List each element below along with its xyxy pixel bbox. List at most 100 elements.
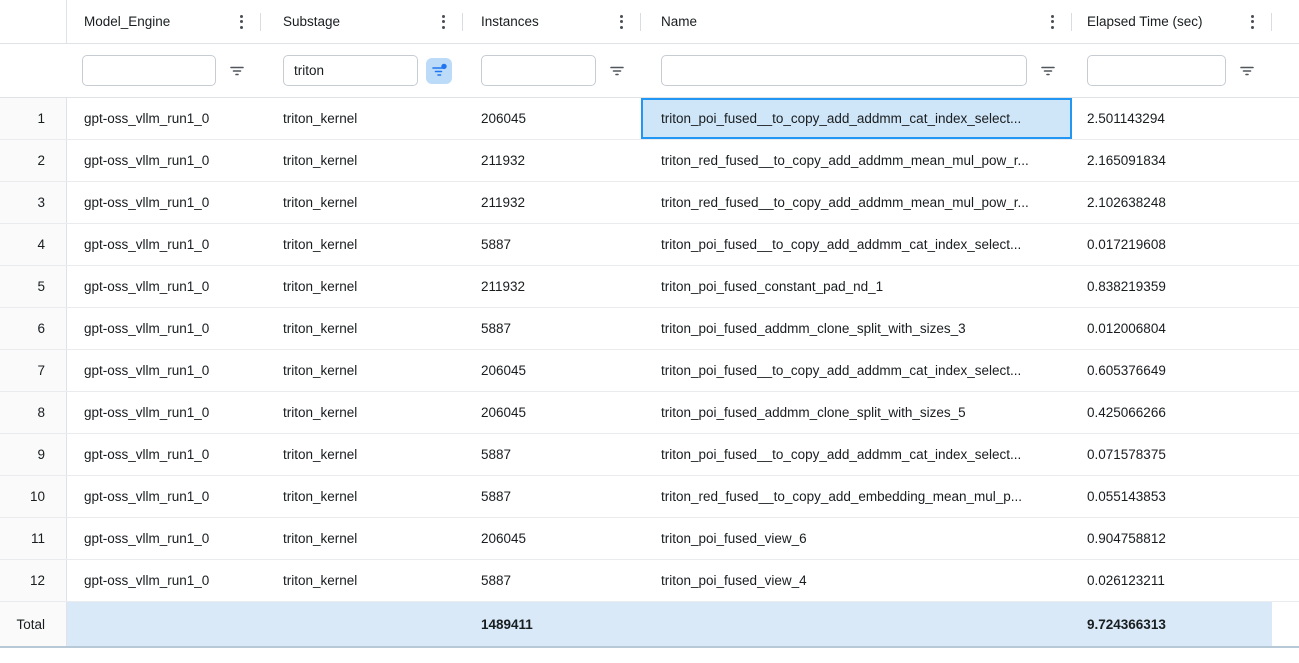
instances-filter-input[interactable] [481,55,596,86]
column-header-elapsed-time[interactable]: Elapsed Time (sec) [1072,0,1272,43]
name-filter-input[interactable] [661,55,1027,86]
cell-text: gpt-oss_vllm_run1_0 [84,111,209,126]
cell-model-engine[interactable]: gpt-oss_vllm_run1_0 [67,224,261,265]
cell-model-engine[interactable]: gpt-oss_vllm_run1_0 [67,308,261,349]
column-header-name[interactable]: Name [641,0,1072,43]
cell-instances[interactable]: 5887 [463,224,641,265]
cell-name[interactable]: triton_red_fused__to_copy_add_addmm_mean… [641,140,1072,181]
instances-filter-button[interactable] [604,58,630,84]
cell-name[interactable]: triton_poi_fused__to_copy_add_addmm_cat_… [641,350,1072,391]
cell-text: gpt-oss_vllm_run1_0 [84,279,209,294]
cell-model-engine[interactable]: gpt-oss_vllm_run1_0 [67,560,261,601]
cell-substage[interactable]: triton_kernel [261,98,463,139]
cell-instances[interactable]: 211932 [463,182,641,223]
cell-name[interactable]: triton_poi_fused__to_copy_add_addmm_cat_… [641,98,1072,139]
row-number: 8 [37,405,45,420]
cell-text: 0.838219359 [1087,279,1166,294]
cell-elapsed-time[interactable]: 2.102638248 [1072,182,1272,223]
cell-instances[interactable]: 206045 [463,350,641,391]
cell-substage[interactable]: triton_kernel [261,266,463,307]
column-header-substage[interactable]: Substage [261,0,463,43]
row-number-cell: 6 [0,308,67,349]
cell-name[interactable]: triton_poi_fused_addmm_clone_split_with_… [641,392,1072,433]
column-header-instances[interactable]: Instances [463,0,641,43]
cell-substage[interactable]: triton_kernel [261,560,463,601]
cell-elapsed-time[interactable]: 0.012006804 [1072,308,1272,349]
column-header-model-engine[interactable]: Model_Engine [67,0,261,43]
cell-text: triton_kernel [283,405,357,420]
cell-model-engine[interactable]: gpt-oss_vllm_run1_0 [67,518,261,559]
cell-name[interactable]: triton_red_fused__to_copy_add_addmm_mean… [641,182,1072,223]
cell-name[interactable]: triton_red_fused__to_copy_add_embedding_… [641,476,1072,517]
model-engine-filter-input[interactable] [82,55,216,86]
cell-instances[interactable]: 5887 [463,434,641,475]
cell-instances[interactable]: 211932 [463,140,641,181]
cell-substage[interactable]: triton_kernel [261,182,463,223]
cell-text: 0.904758812 [1087,531,1166,546]
cell-name[interactable]: triton_poi_fused_view_4 [641,560,1072,601]
table-row: 8 gpt-oss_vllm_run1_0 triton_kernel 2060… [0,392,1299,434]
cell-instances[interactable]: 206045 [463,392,641,433]
row-number: 5 [37,279,45,294]
cell-elapsed-time[interactable]: 0.838219359 [1072,266,1272,307]
cell-model-engine[interactable]: gpt-oss_vllm_run1_0 [67,182,261,223]
cell-instances[interactable]: 206045 [463,518,641,559]
cell-instances[interactable]: 5887 [463,560,641,601]
cell-text: 211932 [481,195,525,210]
cell-text: 2.102638248 [1087,195,1166,210]
cell-elapsed-time[interactable]: 0.425066266 [1072,392,1272,433]
cell-model-engine[interactable]: gpt-oss_vllm_run1_0 [67,434,261,475]
name-filter-button[interactable] [1035,58,1061,84]
cell-model-engine[interactable]: gpt-oss_vllm_run1_0 [67,266,261,307]
cell-instances[interactable]: 206045 [463,98,641,139]
column-menu-icon[interactable] [237,11,246,33]
cell-substage[interactable]: triton_kernel [261,434,463,475]
elapsed-time-filter-button[interactable] [1234,58,1260,84]
total-substage-cell [261,602,463,646]
cell-text: 211932 [481,279,525,294]
cell-model-engine[interactable]: gpt-oss_vllm_run1_0 [67,98,261,139]
cell-substage[interactable]: triton_kernel [261,224,463,265]
cell-model-engine[interactable]: gpt-oss_vllm_run1_0 [67,392,261,433]
column-menu-icon[interactable] [439,11,448,33]
cell-elapsed-time[interactable]: 0.904758812 [1072,518,1272,559]
cell-elapsed-time[interactable]: 0.017219608 [1072,224,1272,265]
cell-elapsed-time[interactable]: 0.055143853 [1072,476,1272,517]
cell-instances[interactable]: 5887 [463,308,641,349]
column-menu-icon[interactable] [1048,11,1057,33]
cell-text: 206045 [481,405,526,420]
cell-name[interactable]: triton_poi_fused__to_copy_add_addmm_cat_… [641,224,1072,265]
cell-text: triton_red_fused__to_copy_add_embedding_… [661,489,1022,504]
cell-substage[interactable]: triton_kernel [261,350,463,391]
column-menu-icon[interactable] [1248,11,1257,33]
cell-instances[interactable]: 5887 [463,476,641,517]
cell-substage[interactable]: triton_kernel [261,308,463,349]
cell-name[interactable]: triton_poi_fused_constant_pad_nd_1 [641,266,1072,307]
cell-substage[interactable]: triton_kernel [261,392,463,433]
substage-filter-button[interactable] [426,58,452,84]
cell-text: triton_poi_fused_view_4 [661,573,807,588]
total-name-cell [641,602,1072,646]
cell-instances[interactable]: 211932 [463,266,641,307]
substage-filter-input[interactable] [283,55,418,86]
cell-model-engine[interactable]: gpt-oss_vllm_run1_0 [67,476,261,517]
cell-elapsed-time[interactable]: 0.071578375 [1072,434,1272,475]
cell-name[interactable]: triton_poi_fused_view_6 [641,518,1072,559]
model-engine-filter-button[interactable] [224,58,250,84]
cell-elapsed-time[interactable]: 0.026123211 [1072,560,1272,601]
cell-model-engine[interactable]: gpt-oss_vllm_run1_0 [67,350,261,391]
cell-elapsed-time[interactable]: 2.165091834 [1072,140,1272,181]
cell-elapsed-time[interactable]: 2.501143294 [1072,98,1272,139]
cell-text: triton_poi_fused_addmm_clone_split_with_… [661,405,966,420]
elapsed-time-filter-input[interactable] [1087,55,1226,86]
cell-substage[interactable]: triton_kernel [261,140,463,181]
cell-substage[interactable]: triton_kernel [261,476,463,517]
cell-substage[interactable]: triton_kernel [261,518,463,559]
cell-model-engine[interactable]: gpt-oss_vllm_run1_0 [67,140,261,181]
cell-name[interactable]: triton_poi_fused_addmm_clone_split_with_… [641,308,1072,349]
cell-elapsed-time[interactable]: 0.605376649 [1072,350,1272,391]
row-number-cell: 5 [0,266,67,307]
cell-name[interactable]: triton_poi_fused__to_copy_add_addmm_cat_… [641,434,1072,475]
cell-text: triton_kernel [283,363,357,378]
column-menu-icon[interactable] [617,11,626,33]
